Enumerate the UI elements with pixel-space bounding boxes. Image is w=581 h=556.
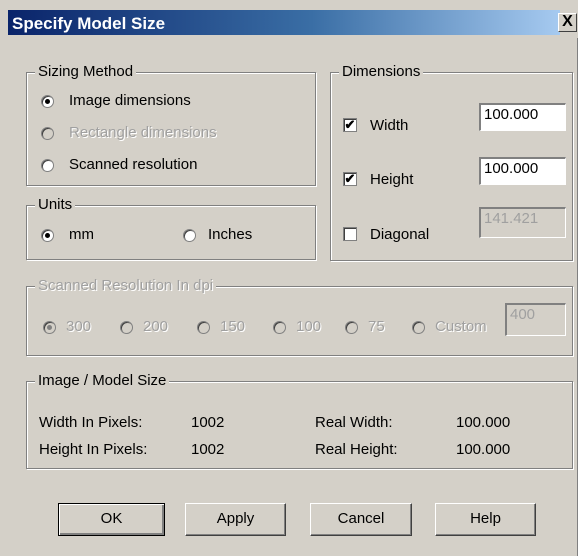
label-image-dimensions[interactable]: Image dimensions: [69, 91, 191, 111]
cancel-button[interactable]: Cancel: [310, 503, 412, 536]
checkmark-icon: ✔: [344, 117, 356, 132]
close-icon: X: [562, 13, 573, 30]
radio-mm[interactable]: [41, 229, 54, 242]
units-legend: Units: [35, 195, 76, 215]
height-input[interactable]: 100.000: [479, 157, 566, 185]
label-scanned-resolution[interactable]: Scanned resolution: [69, 155, 197, 175]
height-checkbox[interactable]: ✔: [343, 172, 357, 186]
close-button[interactable]: X: [558, 13, 577, 32]
help-button[interactable]: Help: [435, 503, 536, 536]
radio-scanned-resolution[interactable]: [41, 159, 54, 172]
diagonal-checkbox[interactable]: [343, 227, 357, 241]
real-width-label: Real Width:: [315, 414, 393, 431]
width-pixels-label: Width In Pixels:: [39, 414, 143, 431]
custom-dpi-input[interactable]: 400: [505, 303, 566, 336]
apply-button[interactable]: Apply: [185, 503, 286, 536]
checkmark-icon: ✔: [344, 171, 356, 186]
sizing-method-legend: Sizing Method: [35, 62, 137, 82]
radio-dpi-150[interactable]: [197, 321, 210, 334]
width-pixels-value: 1002: [191, 414, 225, 431]
label-dpi-300[interactable]: 300: [66, 317, 91, 337]
real-height-value: 100.000: [456, 441, 511, 458]
diagonal-label[interactable]: Diagonal: [370, 225, 429, 245]
real-height-label: Real Height:: [315, 441, 398, 458]
window-title: Specify Model Size: [12, 14, 166, 33]
scanned-resolution-legend: Scanned Resolution In dpi: [35, 276, 217, 296]
width-checkbox[interactable]: ✔: [343, 118, 357, 132]
label-dpi-custom[interactable]: Custom: [435, 317, 487, 337]
real-width-value: 100.000: [456, 414, 511, 431]
diagonal-input[interactable]: 141.421: [479, 207, 566, 238]
label-dpi-100[interactable]: 100: [296, 317, 321, 337]
radio-image-dimensions[interactable]: [41, 95, 54, 108]
label-rectangle-dimensions[interactable]: Rectangle dimensions: [69, 123, 217, 143]
label-dpi-75[interactable]: 75: [368, 317, 385, 337]
radio-dpi-300[interactable]: [43, 321, 56, 334]
radio-inches[interactable]: [183, 229, 196, 242]
label-inches[interactable]: Inches: [208, 225, 252, 245]
width-label[interactable]: Width: [370, 116, 408, 136]
height-label[interactable]: Height: [370, 170, 413, 190]
radio-dpi-200[interactable]: [120, 321, 133, 334]
title-bar[interactable]: Specify Model Size X: [0, 0, 578, 38]
model-size-legend: Image / Model Size: [35, 371, 170, 391]
ok-button[interactable]: OK: [58, 503, 165, 536]
height-pixels-value: 1002: [191, 441, 225, 458]
radio-rectangle-dimensions[interactable]: [41, 127, 54, 140]
dimensions-legend: Dimensions: [339, 62, 424, 82]
specify-model-size-dialog: Specify Model Size X Sizing Method Image…: [0, 0, 578, 556]
label-dpi-150[interactable]: 150: [220, 317, 245, 337]
label-mm[interactable]: mm: [69, 225, 94, 245]
width-input[interactable]: 100.000: [479, 103, 566, 131]
label-dpi-200[interactable]: 200: [143, 317, 168, 337]
radio-dpi-100[interactable]: [273, 321, 286, 334]
radio-dpi-75[interactable]: [345, 321, 358, 334]
radio-dpi-custom[interactable]: [412, 321, 425, 334]
height-pixels-label: Height In Pixels:: [39, 441, 148, 458]
